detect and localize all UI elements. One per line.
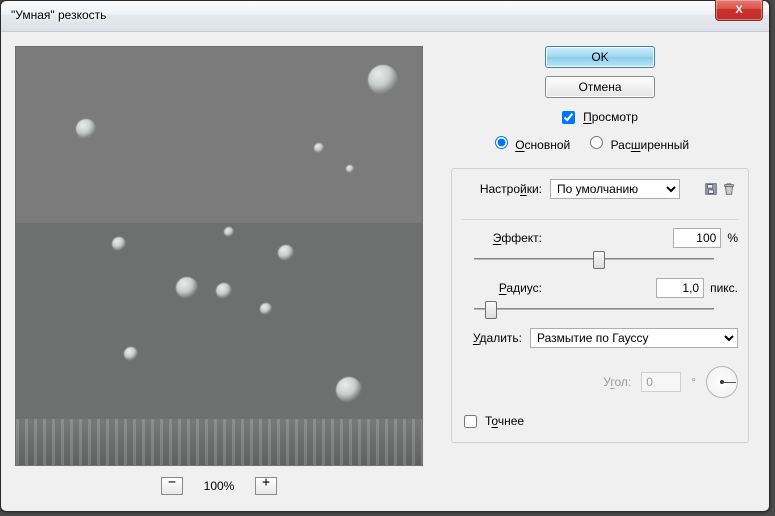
zoom-in-button[interactable] <box>255 477 277 495</box>
dialog-body: 100% OK Отмена Просмотр Основной Расшире… <box>1 32 769 511</box>
amount-input[interactable] <box>673 228 721 248</box>
more-accurate-checkbox[interactable] <box>464 415 477 428</box>
radius-input[interactable] <box>656 278 704 298</box>
remove-row: Удалить: Размытие по Гауссу <box>462 328 738 348</box>
more-accurate-label[interactable]: Точнее <box>485 414 524 428</box>
close-button[interactable]: X <box>715 0 763 21</box>
angle-degree-icon: ° <box>691 375 696 389</box>
preview-decoration <box>16 419 422 465</box>
angle-dial <box>706 366 738 398</box>
preview-column: 100% <box>15 46 423 497</box>
preview-decoration <box>112 237 126 251</box>
controls-column: OK Отмена Просмотр Основной Расширенный … <box>445 46 755 497</box>
preview-decoration <box>216 283 232 299</box>
preview-decoration <box>336 377 362 403</box>
window-title: "Умная" резкость <box>11 8 106 22</box>
preview-checkbox[interactable] <box>562 111 575 124</box>
radius-slider-track <box>474 308 714 310</box>
preview-decoration <box>260 303 272 315</box>
preview-content <box>16 47 422 465</box>
dialog-smart-sharpen: "Умная" резкость X <box>0 0 770 512</box>
amount-unit: % <box>727 231 738 245</box>
settings-label: Настройки: <box>462 182 550 196</box>
amount-slider[interactable] <box>474 250 714 268</box>
preview-decoration <box>368 65 398 95</box>
zoom-controls: 100% <box>15 476 423 496</box>
zoom-level: 100% <box>197 479 241 493</box>
cancel-button[interactable]: Отмена <box>545 76 655 98</box>
preview-decoration <box>124 347 138 361</box>
preview-checkbox-label[interactable]: Просмотр <box>583 110 638 124</box>
radius-slider-thumb[interactable] <box>485 301 497 319</box>
mode-advanced[interactable]: Расширенный <box>590 136 689 152</box>
settings-row: Настройки: По умолчанию <box>462 179 738 199</box>
amount-row: Эффект: % <box>462 228 738 248</box>
angle-row: Угол: ° <box>462 366 738 398</box>
preview-decoration <box>278 245 294 261</box>
preview-checkbox-row: Просмотр <box>562 110 638 124</box>
preview-decoration <box>346 165 354 173</box>
save-preset-icon[interactable] <box>702 180 720 198</box>
divider <box>462 219 738 220</box>
radius-label: Радиус: <box>462 281 550 295</box>
settings-select[interactable]: По умолчанию <box>550 179 680 199</box>
delete-preset-icon[interactable] <box>720 180 738 198</box>
ok-button[interactable]: OK <box>545 46 655 68</box>
preview-image[interactable] <box>15 46 423 466</box>
amount-label: Эффект: <box>462 231 550 245</box>
settings-groupbox: . Настройки: По умолчанию <box>451 168 749 443</box>
angle-label: Угол: <box>603 375 631 389</box>
preview-decoration <box>176 277 198 299</box>
titlebar[interactable]: "Умная" резкость X <box>1 1 769 32</box>
mode-advanced-radio[interactable] <box>590 136 603 149</box>
amount-slider-thumb[interactable] <box>593 251 605 269</box>
remove-select[interactable]: Размытие по Гауссу <box>530 328 738 348</box>
mode-radio-row: Основной Расширенный <box>495 136 705 152</box>
preview-decoration <box>76 119 96 139</box>
preview-decoration <box>314 143 324 153</box>
radius-unit: пикс. <box>710 281 738 295</box>
remove-label: Удалить: <box>462 331 530 345</box>
radius-slider[interactable] <box>474 300 714 318</box>
radius-row: Радиус: пикс. <box>462 278 738 298</box>
zoom-out-button[interactable] <box>161 477 183 495</box>
angle-input <box>641 372 681 392</box>
mode-basic-radio[interactable] <box>495 136 508 149</box>
more-accurate-row: Точнее <box>464 414 738 428</box>
preview-decoration <box>224 227 234 237</box>
mode-basic[interactable]: Основной <box>495 136 570 152</box>
